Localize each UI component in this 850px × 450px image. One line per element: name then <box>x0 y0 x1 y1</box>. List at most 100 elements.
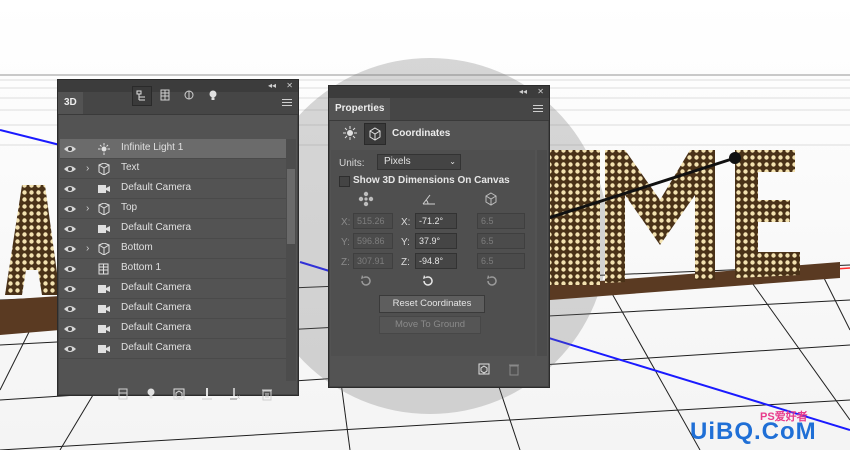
layer-row[interactable]: Infinite Light 1 <box>60 139 286 159</box>
move-to-ground-button[interactable]: Move To Ground <box>379 316 481 334</box>
collapse-icon[interactable]: ◂◂ <box>519 86 527 98</box>
chevron-right-icon[interactable]: › <box>86 163 89 174</box>
eye-icon[interactable] <box>64 204 76 214</box>
rot-z-label: Z: <box>401 257 410 268</box>
eye-icon[interactable] <box>64 304 76 314</box>
layer-label: Default Camera <box>121 322 192 333</box>
layer-label: Default Camera <box>121 222 192 233</box>
close-icon[interactable]: ✕ <box>537 86 544 98</box>
pos-x-field[interactable]: 515.26 <box>353 213 393 229</box>
pos-y-label: Y: <box>341 237 350 248</box>
render-icon[interactable] <box>116 387 130 401</box>
eye-icon[interactable] <box>64 264 76 274</box>
eye-icon[interactable] <box>64 324 76 334</box>
layer-row[interactable]: Bottom 1 <box>60 259 286 279</box>
properties-scrollbar[interactable] <box>537 150 547 356</box>
panel-header[interactable]: ◂◂ ✕ <box>58 80 298 92</box>
scale-x-field[interactable]: 6.5 <box>477 213 525 229</box>
reset-coordinates-button[interactable]: Reset Coordinates <box>379 295 485 313</box>
layer-icon <box>97 263 111 275</box>
camera-icon <box>97 223 111 235</box>
layer-row[interactable]: › Bottom <box>60 239 286 259</box>
chevron-right-icon[interactable]: › <box>86 203 89 214</box>
light-properties-icon[interactable] <box>341 124 359 142</box>
camera-icon <box>97 303 111 315</box>
move-icon <box>358 191 374 210</box>
coordinates-icon[interactable] <box>364 123 386 145</box>
layer-row[interactable]: Default Camera <box>60 299 286 319</box>
trash-icon[interactable] <box>260 387 274 401</box>
rot-x-field[interactable]: -71.2° <box>415 213 457 229</box>
layer-row[interactable]: › Text <box>60 159 286 179</box>
units-label: Units: <box>339 158 365 169</box>
eye-icon[interactable] <box>64 284 76 294</box>
layer-row[interactable]: Default Camera <box>60 319 286 339</box>
pos-y-field[interactable]: 596.86 <box>353 233 393 249</box>
svg-text:x: x <box>237 395 240 401</box>
panel-menu-icon[interactable] <box>533 105 543 113</box>
layers-list[interactable]: Infinite Light 1 › Text Default Camera › Top D… <box>60 139 286 381</box>
rot-x-label: X: <box>401 217 411 228</box>
reset-rotation-icon[interactable] <box>421 274 435 291</box>
rot-y-field[interactable]: 37.9° <box>415 233 457 249</box>
pos-z-field[interactable]: 307.91 <box>353 253 393 269</box>
panel-header[interactable]: ◂◂ ✕ <box>329 86 549 98</box>
layer-label: Text <box>121 162 140 173</box>
scene-filter-icon[interactable] <box>132 86 152 106</box>
watermark: PS爱好者 UiBQ.CoM <box>690 408 850 448</box>
add-light-icon[interactable] <box>144 387 158 401</box>
new-object-icon[interactable] <box>172 387 186 401</box>
tab-bar: 3D <box>58 92 298 115</box>
trash-icon[interactable] <box>507 362 521 376</box>
layer-label: Default Camera <box>121 302 192 313</box>
mesh-filter-icon[interactable] <box>156 86 174 104</box>
reset-position-icon[interactable] <box>359 274 373 291</box>
show-dims-label: Show 3D Dimensions On Canvas <box>353 175 510 186</box>
pos-x-label: X: <box>341 217 351 228</box>
scrollbar-thumb[interactable] <box>287 169 295 244</box>
camera-icon <box>97 183 111 195</box>
pos-z-label: Z: <box>341 257 350 268</box>
layers-scrollbar[interactable] <box>286 139 296 381</box>
chevron-down-icon: ⌄ <box>449 157 456 166</box>
layer-row[interactable]: › Top <box>60 199 286 219</box>
mesh-icon <box>97 162 111 176</box>
material-filter-icon[interactable] <box>180 86 198 104</box>
layer-label: Bottom <box>121 242 153 253</box>
chevron-right-icon[interactable]: › <box>86 243 89 254</box>
scale-z-field[interactable]: 6.5 <box>477 253 525 269</box>
rot-z-field[interactable]: -94.8° <box>415 253 457 269</box>
layer-row[interactable]: Default Camera <box>60 219 286 239</box>
layer-row[interactable]: Default Camera <box>60 279 286 299</box>
layer-label: Default Camera <box>121 342 192 353</box>
tab-properties[interactable]: Properties <box>329 98 391 120</box>
panel-menu-icon[interactable] <box>282 99 292 107</box>
close-icon[interactable]: ✕ <box>286 80 293 92</box>
eye-icon[interactable] <box>64 144 76 154</box>
collapse-icon[interactable]: ◂◂ <box>268 80 276 92</box>
eye-icon[interactable] <box>64 164 76 174</box>
light-filter-icon[interactable] <box>204 86 222 104</box>
show-dims-checkbox[interactable] <box>339 176 350 187</box>
layer-row[interactable]: Default Camera <box>60 339 286 359</box>
delete-light-icon[interactable]: x <box>228 387 242 401</box>
layer-row[interactable]: Default Camera <box>60 179 286 199</box>
tab-bar: Properties <box>329 98 549 121</box>
mesh-icon <box>97 242 111 256</box>
units-select[interactable]: Pixels ⌄ <box>377 154 461 170</box>
light-icon <box>97 143 111 155</box>
ground-icon[interactable] <box>200 387 214 401</box>
mesh-icon <box>97 202 111 216</box>
tab-3d[interactable]: 3D <box>58 92 83 114</box>
rot-y-label: Y: <box>401 237 410 248</box>
render-object-icon[interactable] <box>477 362 491 376</box>
rotate-axis-icon <box>422 193 436 208</box>
eye-icon[interactable] <box>64 244 76 254</box>
eye-icon[interactable] <box>64 184 76 194</box>
eye-icon[interactable] <box>64 224 76 234</box>
scale-y-field[interactable]: 6.5 <box>477 233 525 249</box>
eye-icon[interactable] <box>64 344 76 354</box>
layer-label: Infinite Light 1 <box>121 142 184 153</box>
units-value: Pixels <box>384 156 411 167</box>
reset-scale-icon[interactable] <box>485 274 499 291</box>
